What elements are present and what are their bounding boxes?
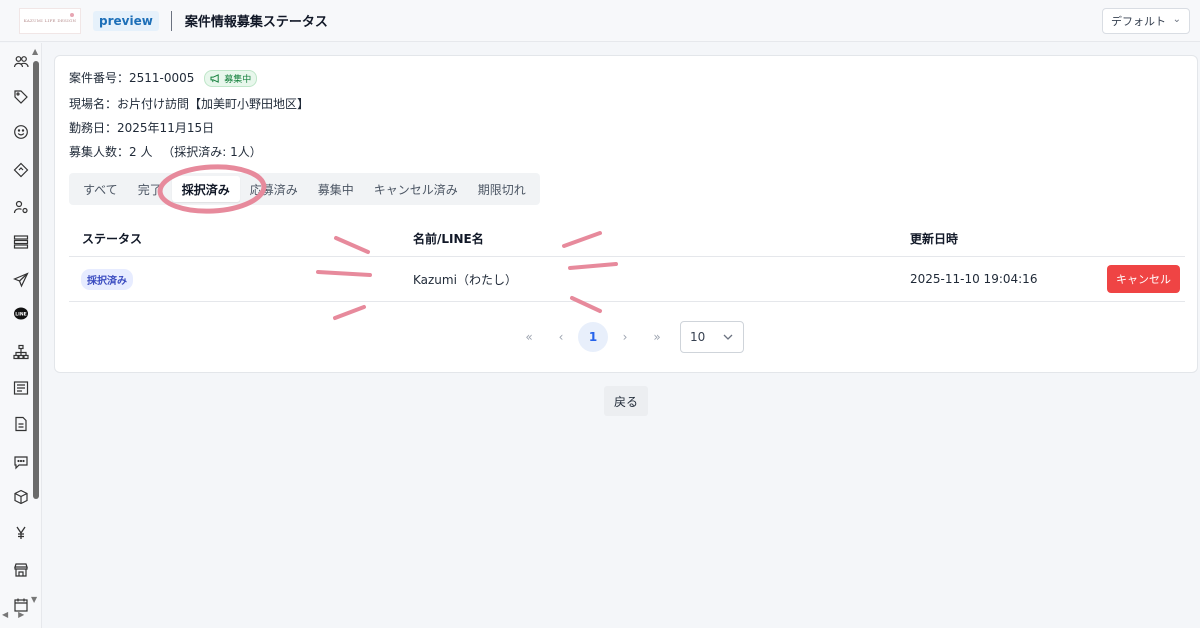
send-icon[interactable] (12, 271, 30, 289)
tab-all[interactable]: すべて (73, 176, 128, 202)
scroll-down-arrow-icon[interactable]: ▼ (31, 595, 37, 604)
yen-icon[interactable] (12, 524, 30, 542)
cancel-button[interactable]: キャンセル (1107, 265, 1180, 293)
app-header: KAZUMI LIFE DESIGN preview 案件情報募集ステータス デ… (0, 0, 1200, 42)
back-button[interactable]: 戻る (604, 386, 648, 416)
column-header-updated: 更新日時 (910, 232, 959, 246)
first-page-button[interactable]: « (513, 321, 545, 353)
logo-text: KAZUMI LIFE DESIGN (23, 18, 77, 23)
status-filter-tabs: すべて 完了 採択済み 応募済み 募集中 キャンセル済み 期限切れ (69, 173, 540, 205)
tab-applied[interactable]: 応募済み (240, 176, 308, 202)
recruit-count-label: 募集人数： (69, 145, 130, 159)
megaphone-icon (210, 74, 219, 83)
status-badge-label: 募集中 (224, 75, 252, 85)
box-icon[interactable] (12, 488, 30, 506)
name-cell: Kazumi（わたし） (413, 272, 517, 287)
svg-text:LINE: LINE (15, 311, 26, 317)
current-page-button[interactable]: 1 (578, 322, 608, 352)
hierarchy-icon[interactable] (12, 343, 30, 361)
tab-expired[interactable]: 期限切れ (468, 176, 536, 202)
chat-icon[interactable] (12, 453, 30, 471)
adopted-count-note: （採択済み: 1人） (162, 145, 262, 159)
sidebar: LINE ▲ ▼ ◀ ▶ (0, 43, 42, 628)
table-row: 採択済み Kazumi（わたし） 2025-11-10 19:04:16 キャン… (69, 257, 1185, 302)
tag-icon[interactable] (12, 88, 30, 106)
column-header-status: ステータス (82, 232, 143, 246)
ticket-icon[interactable] (12, 161, 30, 179)
page-size-value: 10 (690, 330, 706, 344)
header-divider (170, 10, 172, 31)
column-header-name: 名前/LINE名 (413, 232, 484, 246)
site-label: 現場名： (69, 97, 118, 111)
prev-page-button[interactable]: ‹ (545, 321, 577, 353)
work-date: 2025年11月15日 (117, 121, 215, 135)
view-select[interactable]: デフォルト ⌄ (1102, 8, 1190, 34)
recruit-count-line: 募集人数：2 人 （採択済み: 1人） (69, 143, 262, 160)
status-cell: 採択済み (81, 257, 133, 301)
list-icon[interactable] (12, 233, 30, 251)
scroll-left-arrow-icon[interactable]: ◀ (2, 610, 8, 619)
action-cell: キャンセル (1107, 257, 1180, 301)
store-icon[interactable] (12, 561, 30, 579)
page-title: 案件情報募集ステータス (184, 15, 328, 30)
users-icon[interactable] (12, 53, 30, 71)
site-name-line: 現場名：お片付け訪問【加美町小野田地区】 (69, 95, 309, 112)
tab-recruiting[interactable]: 募集中 (308, 176, 364, 202)
tab-adopted[interactable]: 採択済み (171, 176, 240, 202)
sidebar-scrollbar[interactable] (33, 61, 39, 499)
tab-completed[interactable]: 完了 (128, 176, 172, 202)
line-icon[interactable]: LINE (12, 305, 30, 323)
status-badge: 採択済み (81, 268, 133, 290)
pagination: « ‹ 1 › » 10 (513, 321, 744, 353)
page-size-select[interactable]: 10 (680, 321, 744, 353)
work-date-label: 勤務日： (69, 121, 118, 135)
last-page-button[interactable]: » (641, 321, 673, 353)
next-page-button[interactable]: › (609, 321, 641, 353)
preview-badge: preview (93, 10, 159, 31)
horizontal-scroll-arrows[interactable]: ◀ ▶ (2, 610, 24, 619)
case-status-card: 案件番号：2511-0005 募集中 現場名：お片付け訪問【加美町小野田地区】 … (54, 55, 1198, 373)
scroll-right-arrow-icon[interactable]: ▶ (18, 610, 24, 619)
smile-icon[interactable] (12, 123, 30, 141)
updated-cell: 2025-11-10 19:04:16 (910, 272, 1038, 286)
tab-cancelled[interactable]: キャンセル済み (364, 176, 468, 202)
article-icon[interactable] (12, 379, 30, 397)
case-number-label: 案件番号： (69, 71, 130, 85)
work-date-line: 勤務日：2025年11月15日 (69, 119, 214, 136)
scroll-up-arrow-icon[interactable]: ▲ (32, 47, 38, 56)
table-header: ステータス 名前/LINE名 更新日時 (69, 221, 1185, 257)
case-number: 2511-0005 (129, 71, 195, 85)
chevron-down-icon (723, 334, 733, 340)
brand-logo[interactable]: KAZUMI LIFE DESIGN (19, 7, 81, 34)
document-icon[interactable] (12, 415, 30, 433)
site-name: お片付け訪問【加美町小野田地区】 (117, 97, 310, 111)
chevron-down-icon: ⌄ (1172, 14, 1181, 25)
user-settings-icon[interactable] (12, 198, 30, 216)
view-select-value: デフォルト (1111, 15, 1166, 28)
recruiting-status-badge: 募集中 (204, 70, 258, 87)
case-number-line: 案件番号：2511-0005 募集中 (69, 69, 258, 87)
applicant-table: ステータス 名前/LINE名 更新日時 採択済み Kazumi（わたし） 202… (69, 221, 1185, 302)
logo-mark-icon (70, 12, 74, 17)
recruit-count: 2 人 (129, 145, 153, 159)
